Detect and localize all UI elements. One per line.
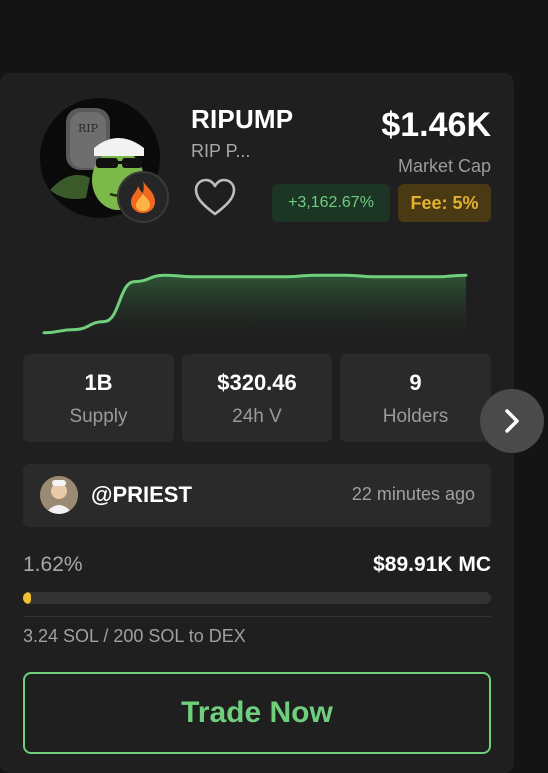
token-name: RIPUMP [191, 104, 294, 134]
chevron-right-icon [505, 409, 519, 433]
stat-24h-volume: $320.46 24h V [182, 354, 332, 442]
svg-text:RIP: RIP [78, 122, 99, 135]
next-button[interactable] [480, 389, 544, 453]
stat-value: $320.46 [217, 370, 297, 395]
creator-handle[interactable]: @PRIEST [91, 482, 192, 508]
stat-label: Supply [69, 406, 128, 427]
sol-progress-text: 3.24 SOL / 200 SOL to DEX [23, 626, 246, 646]
market-cap-value: $1.46K [381, 106, 491, 144]
stat-value: 9 [409, 370, 422, 395]
creator-row[interactable]: @PRIEST 22 minutes ago [23, 464, 491, 527]
creator-avatar [40, 476, 78, 514]
fee-badge: Fee: 5% [398, 184, 491, 222]
price-chart [42, 273, 468, 338]
stat-holders: 9 Holders [340, 354, 491, 442]
divider [23, 616, 491, 617]
chart-area [44, 275, 466, 338]
change-percent-badge: +3,162.67% [272, 184, 390, 222]
market-cap-label: Market Cap [397, 156, 491, 176]
stat-value: 1B [84, 370, 113, 395]
bonding-progress-bar [23, 592, 491, 604]
fire-icon [131, 181, 155, 213]
bonding-progress-percent: 1.62% [23, 553, 83, 576]
stat-label: Holders [382, 406, 449, 427]
fire-badge [117, 171, 169, 223]
token-description: RIP P... [191, 141, 251, 161]
stat-label: 24h V [232, 406, 282, 427]
heart-icon[interactable] [193, 178, 237, 218]
bonding-target-mc: $89.91K MC [373, 553, 491, 576]
bonding-progress-fill [23, 592, 31, 604]
stat-supply: 1B Supply [23, 354, 174, 442]
trade-now-button[interactable]: Trade Now [23, 672, 491, 754]
created-time: 22 minutes ago [351, 484, 475, 504]
